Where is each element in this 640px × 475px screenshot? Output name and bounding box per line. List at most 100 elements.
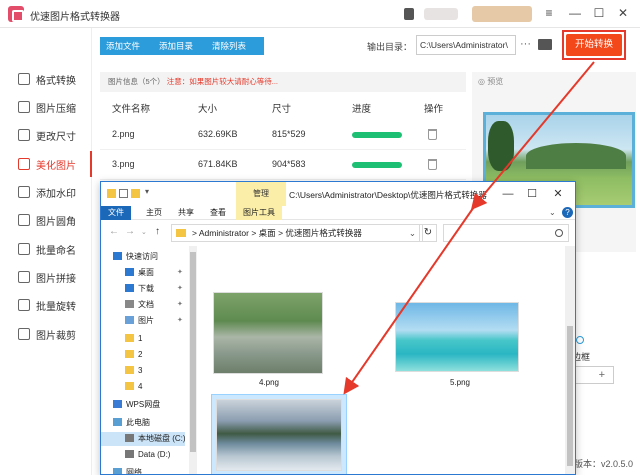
delete-icon[interactable] bbox=[428, 129, 437, 140]
sidebar: 格式转换 图片压缩 更改尺寸 美化图片 添加水印 图片圆角 批量命名 图片拼接 … bbox=[0, 28, 92, 475]
nav-item[interactable]: 2 bbox=[125, 348, 142, 362]
nav-item[interactable]: 本地磁盘 (C:) bbox=[101, 432, 186, 446]
menu-icon[interactable]: ≡ bbox=[540, 4, 558, 22]
navigation-pane: 快速访问桌面 ✦ 下载 ✦ 文档 ✦ 图片 ✦ 1 2 3 4 WPS网盘此电脑本地磁盘 (C:) Dat… bbox=[101, 246, 189, 474]
minimize-button[interactable]: — bbox=[566, 4, 584, 22]
recent-locations-icon[interactable]: ⌄ bbox=[141, 228, 147, 236]
nav-item[interactable]: WPS网盘 bbox=[113, 398, 160, 412]
file-thumbnail[interactable]: 5.png bbox=[395, 288, 525, 390]
nav-item-label: 桌面 bbox=[138, 268, 154, 277]
nav-item[interactable]: 下载 bbox=[125, 282, 154, 296]
nav-item-label: 4 bbox=[138, 382, 143, 391]
tab-share[interactable]: 共享 bbox=[171, 206, 201, 220]
file-thumbnail[interactable]: 6.png bbox=[211, 394, 347, 474]
tab-view[interactable]: 查看 bbox=[203, 206, 233, 220]
sidebar-item-compress[interactable]: 图片压缩 bbox=[0, 94, 92, 120]
explorer-folder-icon bbox=[107, 189, 116, 198]
sidebar-item-stitch[interactable]: 图片拼接 bbox=[0, 264, 92, 290]
address-part[interactable]: 优速图片格式转换器 bbox=[285, 228, 362, 238]
round-corner-icon bbox=[18, 214, 30, 226]
nav-item[interactable]: 1 bbox=[125, 332, 142, 346]
address-dropdown-icon[interactable]: ⌄ bbox=[409, 225, 416, 241]
nav-item[interactable]: 图片 bbox=[125, 314, 154, 328]
sidebar-item-resize[interactable]: 更改尺寸 bbox=[0, 122, 92, 148]
add-directory-button[interactable]: 添加目录 bbox=[155, 37, 199, 55]
sidebar-item-format-convert[interactable]: 格式转换 bbox=[0, 66, 92, 92]
address-bar[interactable]: > Administrator > 桌面 > 优速图片格式转换器 ⌄ bbox=[171, 224, 423, 242]
clear-list-button[interactable]: 清除列表 bbox=[208, 37, 252, 55]
folder-icon bbox=[125, 366, 134, 374]
sidebar-item-beautify[interactable]: 美化图片 bbox=[0, 151, 92, 177]
forward-icon[interactable]: → bbox=[125, 226, 135, 237]
back-icon[interactable]: ← bbox=[109, 226, 119, 237]
nav-item[interactable]: Data (D:) bbox=[125, 448, 170, 462]
properties-icon[interactable] bbox=[119, 189, 128, 198]
pin-icon[interactable]: ✦ bbox=[177, 268, 183, 276]
nav-item[interactable]: 文档 bbox=[125, 298, 154, 312]
help-icon[interactable]: ? bbox=[562, 207, 573, 218]
drive-icon bbox=[125, 434, 134, 442]
address-part[interactable]: 桌面 bbox=[259, 228, 276, 238]
plus-icon[interactable]: + bbox=[599, 369, 605, 381]
star-icon bbox=[113, 252, 122, 260]
border-stepper[interactable]: + bbox=[574, 366, 614, 384]
app-title: 优速图片格式转换器 bbox=[30, 12, 120, 23]
sidebar-item-crop[interactable]: 图片裁剪 bbox=[0, 321, 92, 347]
content-scrollbar[interactable] bbox=[565, 246, 575, 474]
file-size: 632.69KB bbox=[198, 129, 238, 139]
explorer-minimize-button[interactable]: — bbox=[497, 185, 519, 203]
explorer-maximize-button[interactable]: ☐ bbox=[521, 185, 543, 203]
nav-scrollbar[interactable] bbox=[189, 246, 197, 474]
thumbnail-caption: 5.png bbox=[449, 378, 471, 387]
search-input[interactable] bbox=[443, 224, 569, 242]
table-row[interactable]: 2.png 632.69KB 815*529 bbox=[100, 120, 466, 150]
file-thumbnail[interactable]: 4.png bbox=[209, 288, 329, 390]
nav-item[interactable]: 3 bbox=[125, 364, 142, 378]
ribbon-expand-icon[interactable]: ⌄ bbox=[549, 208, 556, 217]
pin-icon[interactable]: ✦ bbox=[177, 284, 183, 292]
refresh-icon[interactable]: ↻ bbox=[419, 224, 437, 242]
file-dims: 815*529 bbox=[272, 129, 306, 139]
content-scroll-thumb[interactable] bbox=[567, 326, 573, 466]
col-progress: 进度 bbox=[352, 104, 372, 115]
rotate-icon bbox=[18, 299, 30, 311]
output-dir-input[interactable]: C:\Users\Administrator\ bbox=[416, 35, 516, 55]
open-folder-icon[interactable] bbox=[538, 39, 552, 50]
delete-icon[interactable] bbox=[428, 159, 437, 170]
pin-icon[interactable]: ✦ bbox=[177, 316, 183, 324]
pin-icon[interactable]: ✦ bbox=[177, 300, 183, 308]
explorer-close-button[interactable]: ✕ bbox=[547, 185, 569, 203]
add-file-button[interactable]: 添加文件 bbox=[102, 37, 146, 55]
maximize-button[interactable]: ☐ bbox=[590, 4, 608, 22]
slider-handle[interactable] bbox=[576, 336, 584, 344]
sidebar-item-batch-rename[interactable]: 批量命名 bbox=[0, 236, 92, 262]
vip-badge-blurred[interactable] bbox=[472, 6, 532, 22]
file-info-bar: 图片信息（5个） 注意：如果图片较大请耐心等待... bbox=[100, 72, 466, 92]
tab-file[interactable]: 文件 bbox=[101, 206, 131, 220]
sidebar-item-round-corner[interactable]: 图片圆角 bbox=[0, 207, 92, 233]
close-button[interactable]: ✕ bbox=[614, 4, 632, 22]
address-part[interactable]: Administrator bbox=[199, 228, 249, 238]
folder-icon bbox=[125, 382, 134, 390]
sidebar-item-batch-rotate[interactable]: 批量旋转 bbox=[0, 292, 92, 318]
table-row[interactable]: 3.png 671.84KB 904*583 bbox=[100, 150, 466, 180]
nav-item[interactable]: 桌面 bbox=[125, 266, 154, 280]
nav-scroll-thumb[interactable] bbox=[190, 252, 196, 452]
nav-item[interactable]: 4 bbox=[125, 380, 142, 394]
start-convert-button[interactable]: 开始转换 bbox=[566, 34, 622, 56]
tab-picture-tools[interactable]: 图片工具 bbox=[236, 206, 282, 220]
sidebar-item-label: 添加水印 bbox=[36, 188, 76, 200]
nav-item[interactable]: 网络 bbox=[113, 466, 142, 474]
new-folder-icon[interactable] bbox=[131, 189, 140, 198]
add-directory-label: 添加目录 bbox=[159, 41, 194, 51]
manage-tab[interactable]: 管理 bbox=[236, 182, 286, 206]
nav-item[interactable]: 快速访问 bbox=[113, 250, 158, 264]
file-name: 3.png bbox=[112, 159, 135, 169]
nav-item[interactable]: 此电脑 bbox=[113, 416, 150, 430]
tab-home[interactable]: 主页 bbox=[139, 206, 169, 220]
quick-access-dropdown-icon[interactable]: ▾ bbox=[145, 187, 154, 196]
up-icon[interactable]: ↑ bbox=[155, 226, 160, 237]
sidebar-item-watermark[interactable]: 添加水印 bbox=[0, 179, 92, 205]
browse-more-button[interactable]: ··· bbox=[520, 38, 531, 50]
folder-icon bbox=[125, 350, 134, 358]
